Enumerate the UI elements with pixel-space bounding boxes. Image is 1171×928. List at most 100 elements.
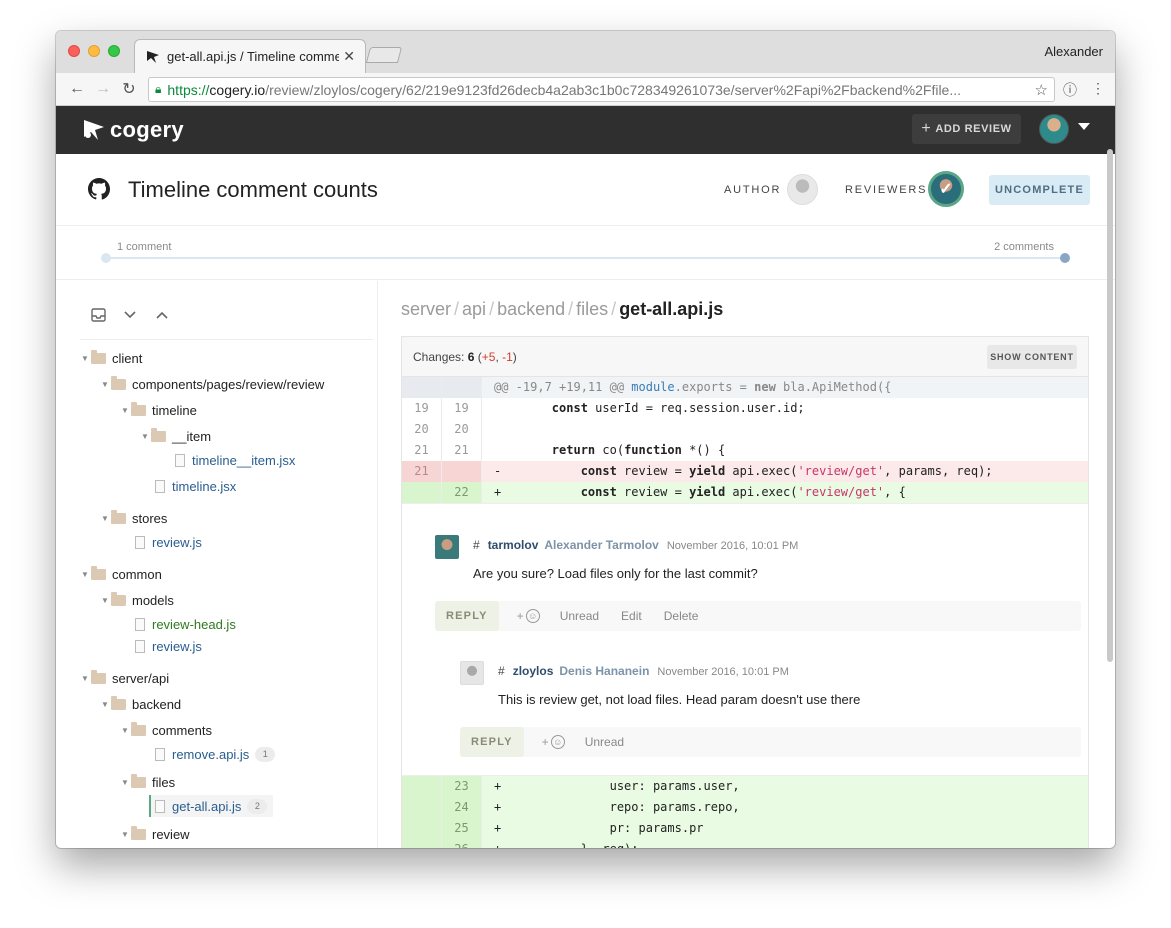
new-tab-button[interactable]: [365, 47, 403, 63]
old-line-number[interactable]: [402, 818, 442, 839]
old-line-number[interactable]: [402, 797, 442, 818]
expand-arrow-icon[interactable]: ▼: [81, 570, 91, 579]
add-reaction-button[interactable]: + ☺: [542, 735, 565, 749]
breadcrumb-segment[interactable]: backend: [497, 299, 565, 319]
brand-logo[interactable]: cogery: [82, 117, 184, 143]
expand-arrow-icon[interactable]: ▼: [81, 674, 91, 683]
user-avatar[interactable]: [1039, 114, 1069, 144]
unread-action[interactable]: Unread: [560, 609, 599, 623]
new-line-number[interactable]: 23: [442, 776, 482, 797]
tree-folder[interactable]: ▼ stores: [101, 507, 167, 529]
close-window-button[interactable]: [68, 45, 80, 57]
expand-arrow-icon[interactable]: ▼: [81, 354, 91, 363]
expand-arrow-icon[interactable]: ▼: [101, 700, 111, 709]
diff-line[interactable]: 24 + repo: params.repo,: [402, 797, 1088, 818]
comment-avatar[interactable]: [460, 661, 484, 685]
tree-file[interactable]: timeline__item.jsx: [175, 449, 295, 471]
expand-arrow-icon[interactable]: ▼: [101, 514, 111, 523]
new-line-number[interactable]: [442, 461, 482, 482]
new-line-number[interactable]: 19: [442, 398, 482, 419]
browser-tab[interactable]: get-all.api.js / Timeline comme ✕: [134, 39, 366, 73]
tree-folder[interactable]: ▼ review: [121, 823, 190, 845]
new-line-number[interactable]: 25: [442, 818, 482, 839]
diff-line[interactable]: 26+ }, req);: [402, 839, 1088, 848]
new-line-number[interactable]: 20: [442, 419, 482, 440]
author-avatar[interactable]: [787, 174, 818, 205]
tree-folder[interactable]: ▼ common: [81, 563, 162, 585]
expand-arrow-icon[interactable]: ▼: [101, 596, 111, 605]
profile-name[interactable]: Alexander: [1044, 44, 1103, 59]
github-icon[interactable]: [88, 178, 110, 200]
expand-arrow-icon[interactable]: ▼: [121, 830, 131, 839]
timeline-point-start[interactable]: [101, 253, 111, 263]
breadcrumb-segment[interactable]: server: [401, 299, 451, 319]
old-line-number[interactable]: 21: [402, 461, 442, 482]
breadcrumb-segment[interactable]: api: [462, 299, 486, 319]
reviewer-avatar[interactable]: ✓: [928, 171, 964, 207]
expand-arrow-icon[interactable]: ▼: [141, 432, 151, 441]
tree-folder[interactable]: ▼ __item: [141, 425, 211, 447]
tree-file[interactable]: remove.api.js 1: [155, 743, 276, 765]
uncomplete-button[interactable]: UNCOMPLETE: [989, 175, 1090, 205]
comment-login[interactable]: tarmolov: [488, 538, 539, 552]
new-line-number[interactable]: 26: [442, 839, 482, 848]
comment-permalink[interactable]: #: [498, 664, 505, 678]
tree-file[interactable]: get-all.api.js 2: [149, 795, 274, 817]
tree-folder[interactable]: ▼ client: [81, 347, 142, 369]
address-bar[interactable]: 🔒︎ https:// cogery.io /review/zloylos/co…: [148, 77, 1055, 102]
old-line-number[interactable]: [402, 377, 442, 398]
expand-arrow-icon[interactable]: ▼: [121, 778, 131, 787]
comment-avatar[interactable]: [435, 535, 459, 559]
tree-file[interactable]: review-head.js: [135, 613, 236, 635]
tree-file[interactable]: review.js: [135, 635, 202, 657]
comment-login[interactable]: zloylos: [513, 664, 554, 678]
tree-folder[interactable]: ▼ components/pages/review/review: [101, 373, 324, 395]
new-line-number[interactable]: 22: [442, 482, 482, 503]
tree-file[interactable]: review.js: [135, 531, 202, 553]
diff-line[interactable]: @@ -19,7 +19,11 @@ module.exports = new …: [402, 377, 1088, 398]
page-scrollbar[interactable]: [1107, 149, 1113, 662]
comment-permalink[interactable]: #: [473, 538, 480, 552]
bookmark-star-icon[interactable]: ☆: [1035, 81, 1048, 99]
add-review-button[interactable]: + ADD REVIEW: [912, 114, 1021, 144]
add-reaction-button[interactable]: + ☺: [517, 609, 540, 623]
tree-folder[interactable]: ▼ server/api: [81, 667, 169, 689]
tree-folder[interactable]: ▼ timeline: [121, 399, 197, 421]
old-line-number[interactable]: [402, 776, 442, 797]
close-tab-icon[interactable]: ✕: [343, 48, 355, 65]
diff-line[interactable]: 19 19 const userId = req.session.user.id;: [402, 398, 1088, 419]
old-line-number[interactable]: 19: [402, 398, 442, 419]
tree-folder[interactable]: ▼ backend: [101, 693, 181, 715]
expand-arrow-icon[interactable]: ▼: [101, 380, 111, 389]
expand-arrow-icon[interactable]: ▼: [121, 726, 131, 735]
old-line-number[interactable]: [402, 839, 442, 848]
edit-action[interactable]: Edit: [621, 609, 642, 623]
expand-arrow-icon[interactable]: ▼: [121, 406, 131, 415]
back-arrow-icon[interactable]: ←: [66, 78, 88, 100]
menu-kebab-icon[interactable]: ⋮: [1091, 80, 1105, 100]
old-line-number[interactable]: 20: [402, 419, 442, 440]
unread-action[interactable]: Unread: [585, 735, 624, 749]
show-content-button[interactable]: SHOW CONTENT: [987, 345, 1077, 369]
new-line-number[interactable]: 24: [442, 797, 482, 818]
new-line-number[interactable]: 21: [442, 440, 482, 461]
tree-folder[interactable]: ▼ files: [121, 771, 175, 793]
diff-line[interactable]: 20 20: [402, 419, 1088, 440]
info-icon[interactable]: ⓘ: [1063, 80, 1077, 100]
new-line-number[interactable]: [442, 377, 482, 398]
reply-button[interactable]: REPLY: [435, 601, 499, 631]
maximize-window-button[interactable]: [108, 45, 120, 57]
collapse-up-icon[interactable]: [154, 307, 170, 323]
minimize-window-button[interactable]: [88, 45, 100, 57]
tree-folder[interactable]: ▼ models: [101, 589, 174, 611]
breadcrumb-segment[interactable]: files: [576, 299, 608, 319]
inbox-icon[interactable]: [90, 307, 106, 323]
diff-line[interactable]: 21 - const review = yield api.exec('revie…: [402, 461, 1088, 482]
tree-folder[interactable]: ▼ comments: [121, 719, 212, 741]
old-line-number[interactable]: 21: [402, 440, 442, 461]
delete-action[interactable]: Delete: [664, 609, 699, 623]
diff-line[interactable]: 21 21 return co(function *() {: [402, 440, 1088, 461]
reply-button[interactable]: REPLY: [460, 727, 524, 757]
collapse-down-icon[interactable]: [122, 307, 138, 323]
reload-icon[interactable]: ↻: [118, 78, 140, 100]
